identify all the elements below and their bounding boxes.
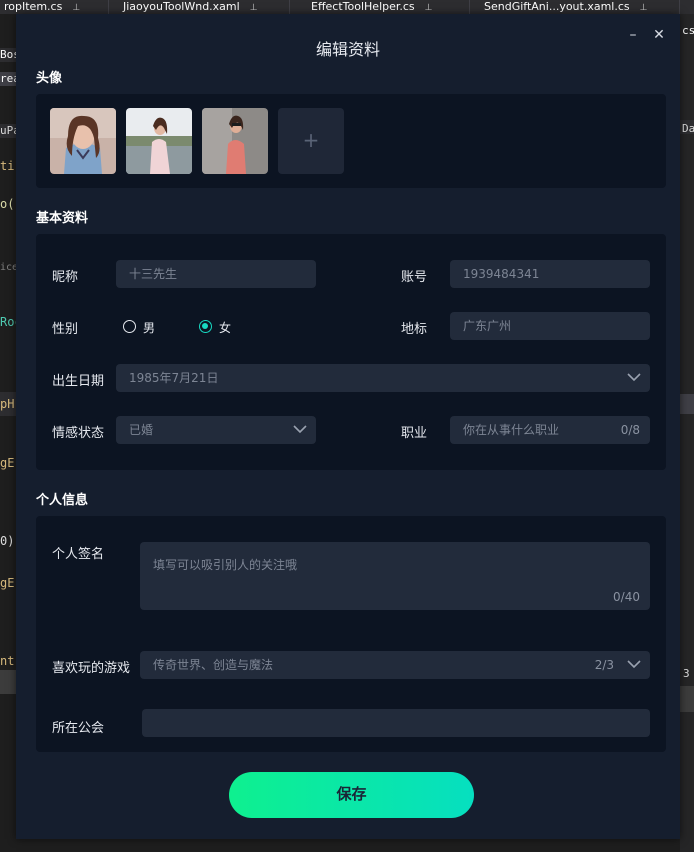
location-field[interactable]: 广东广州 <box>450 312 650 340</box>
personal-info-panel: 个人签名 填写可以吸引别人的关注哦 0/40 喜欢玩的游戏 传奇世界、创造与魔法… <box>36 516 666 752</box>
games-label: 喜欢玩的游戏 <box>52 661 131 676</box>
relationship-label: 情感状态 <box>52 426 105 441</box>
signature-placeholder: 填写可以吸引别人的关注哦 <box>153 558 298 572</box>
ide-code-fragment: ti <box>0 159 15 173</box>
ide-code-fragment: ice <box>0 262 16 273</box>
minimize-button[interactable]: – <box>625 27 641 43</box>
avatar-photo-1 <box>50 108 116 174</box>
chevron-down-icon <box>627 660 641 669</box>
occupation-input[interactable]: 你在从事什么职业 0/8 <box>450 416 650 444</box>
birthday-label: 出生日期 <box>52 374 105 389</box>
signature-label: 个人签名 <box>52 547 105 562</box>
account-value: 1939484341 <box>463 267 540 281</box>
ide-code-fragment: Da <box>682 122 694 135</box>
avatar-photo-2 <box>126 108 192 174</box>
nickname-field[interactable]: 十三先生 <box>116 260 316 288</box>
ide-tab[interactable]: SendGiftAni...yout.xaml.cs ⊥ <box>480 0 680 14</box>
dialog-title: 编辑资料 <box>315 40 380 59</box>
relationship-value: 已婚 <box>129 423 154 437</box>
ide-tab[interactable]: ropItem.cs ⊥ <box>0 0 109 14</box>
location-value: 广东广州 <box>463 319 512 333</box>
ide-code-fragment: pH <box>0 397 15 411</box>
ide-code-fragment: Roc <box>0 315 16 329</box>
gender-label: 性别 <box>52 322 79 337</box>
ide-code-fragment: o( <box>0 197 15 211</box>
ide-code-fragment: cs <box>682 24 694 37</box>
avatar-photo-3 <box>202 108 268 174</box>
ide-code-fragment: uPa <box>0 124 16 137</box>
ide-tab-label: JiaoyouToolWnd.xaml <box>123 0 240 13</box>
avatar-thumbnail[interactable] <box>202 108 268 174</box>
ide-tab-label: EffectToolHelper.cs <box>311 0 415 13</box>
games-dropdown[interactable]: 传奇世界、创造与魔法 2/3 <box>140 651 650 679</box>
ide-editor-right-edge: cs Da 3 <box>680 14 694 852</box>
ide-scrollbar[interactable] <box>680 686 694 712</box>
ide-toolbar-strip <box>680 394 694 414</box>
pin-icon[interactable]: ⊥ <box>640 3 648 13</box>
ide-code-fragment: nt <box>0 654 15 668</box>
ide-code-fragment: 3 <box>683 667 690 680</box>
avatar-section-title: 头像 <box>36 71 63 86</box>
add-avatar-button[interactable]: + <box>278 108 344 174</box>
account-label: 账号 <box>401 270 428 285</box>
pin-icon[interactable]: ⊥ <box>250 3 258 13</box>
ide-code-fragment: rea <box>0 72 16 85</box>
ide-code-fragment: 0) <box>0 534 15 548</box>
relationship-dropdown[interactable]: 已婚 <box>116 416 316 444</box>
ide-tab-strip: ropItem.cs ⊥ JiaoyouToolWnd.xaml ⊥ EffectT… <box>0 0 694 14</box>
account-field[interactable]: 1939484341 <box>450 260 650 288</box>
guild-input[interactable] <box>142 709 650 737</box>
gender-female-label: 女 <box>219 321 232 335</box>
edit-profile-dialog: 编辑资料 – ✕ 头像 + 基本资料 昵称 十三先生 账号 1939484341… <box>16 14 680 839</box>
basic-info-panel: 昵称 十三先生 账号 1939484341 性别 男 女 地标 广东广州 出生日… <box>36 234 666 470</box>
signature-textarea[interactable]: 填写可以吸引别人的关注哦 0/40 <box>140 542 650 610</box>
close-button[interactable]: ✕ <box>651 27 667 43</box>
location-label: 地标 <box>401 322 428 337</box>
occupation-placeholder: 你在从事什么职业 <box>463 423 560 437</box>
avatar-thumbnail[interactable] <box>126 108 192 174</box>
avatar-panel: + <box>36 94 666 188</box>
ide-scrollbar[interactable] <box>0 670 16 694</box>
gender-male-label: 男 <box>143 321 156 335</box>
games-value: 传奇世界、创造与魔法 <box>153 658 274 672</box>
ide-code-fragment: gE <box>0 456 15 470</box>
ide-tab[interactable]: JiaoyouToolWnd.xaml ⊥ <box>119 0 290 14</box>
birthday-value: 1985年7月21日 <box>129 371 219 385</box>
gender-male-radio[interactable] <box>123 320 136 333</box>
guild-label: 所在公会 <box>52 721 105 736</box>
pin-icon[interactable]: ⊥ <box>425 3 433 13</box>
ide-code-fragment: gE <box>0 576 15 590</box>
ide-code-fragment: Bos <box>0 48 16 61</box>
ide-editor-left-edge: Bos rea uPa ti o( ice Roc pH gE 0) gE nt <box>0 14 16 852</box>
nickname-label: 昵称 <box>52 270 79 285</box>
nickname-value: 十三先生 <box>129 267 178 281</box>
save-button[interactable]: 保存 <box>229 772 474 818</box>
occupation-counter: 0/8 <box>620 423 640 437</box>
chevron-down-icon <box>293 425 307 434</box>
basic-info-section-title: 基本资料 <box>36 211 89 226</box>
signature-counter: 0/40 <box>613 590 640 604</box>
chevron-down-icon <box>627 373 641 382</box>
games-counter: 2/3 <box>594 658 614 672</box>
ide-tab-label: ropItem.cs <box>4 0 63 13</box>
ide-tab-label: SendGiftAni...yout.xaml.cs <box>484 0 630 13</box>
avatar-thumbnail[interactable] <box>50 108 116 174</box>
pin-icon[interactable]: ⊥ <box>72 3 80 13</box>
gender-female-radio[interactable] <box>199 320 212 333</box>
personal-info-section-title: 个人信息 <box>36 493 89 508</box>
ide-tab[interactable]: EffectToolHelper.cs ⊥ <box>307 0 470 14</box>
birthday-dropdown[interactable]: 1985年7月21日 <box>116 364 650 392</box>
occupation-label: 职业 <box>401 426 428 441</box>
